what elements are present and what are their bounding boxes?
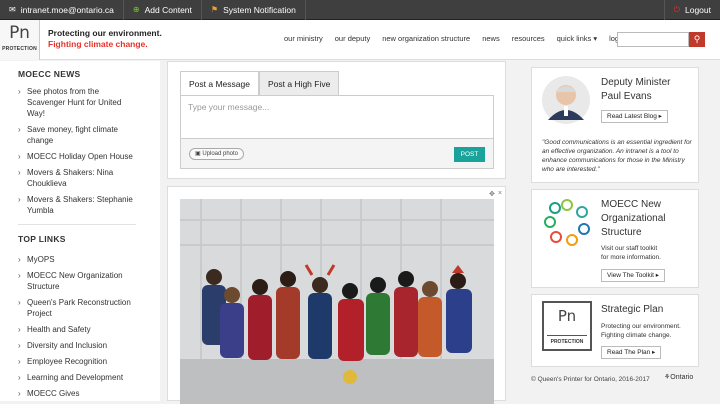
top-links-list: MyOPS MOECC New Organization Structure Q… (18, 254, 138, 404)
deputy-avatar (542, 76, 590, 124)
envelope-icon: ✉ (9, 5, 16, 14)
read-latest-blog-button[interactable]: Read Latest Blog ▸ (601, 110, 668, 123)
news-item[interactable]: MOECC Holiday Open House (18, 151, 138, 162)
main-nav: our ministry our deputy new organization… (278, 34, 638, 43)
org-structure-logo (544, 199, 590, 246)
feed-photo-card: ✥ × (167, 186, 506, 404)
nav-our-ministry[interactable]: our ministry (278, 34, 329, 43)
plan-text-line1: Protecting our environment. (601, 323, 681, 330)
org-title-line2: Organizational (601, 213, 666, 224)
plan-logo-pn: Pn (557, 307, 577, 325)
news-item[interactable]: Movers & Shakers: Stephanie Yumbla (18, 194, 138, 216)
post-button[interactable]: POST (454, 147, 485, 162)
nav-news[interactable]: news (476, 34, 506, 43)
tab-post-high-five[interactable]: Post a High Five (258, 71, 340, 95)
post-tabs: Post a Message Post a High Five (180, 71, 340, 95)
close-icon[interactable]: × (498, 190, 502, 197)
read-plan-button[interactable]: Read The Plan ▸ (601, 346, 662, 359)
link-item[interactable]: MOECC Gives (18, 388, 138, 399)
logout-button[interactable]: ⏻ Logout (663, 0, 720, 20)
site-header: Pn PROTECTION Protecting our environment.… (0, 20, 720, 60)
tagline-line1: Protecting our environment. (48, 28, 162, 38)
news-item[interactable]: See photos from the Scavenger Hunt for U… (18, 86, 138, 119)
flag-icon: ⚑ (210, 5, 219, 14)
message-input[interactable]: Type your message... (180, 95, 494, 139)
tagline-line2: Fighting climate change. (48, 39, 148, 49)
feed-photo[interactable] (180, 199, 494, 404)
link-item[interactable]: Queen's Park Reconstruction Project (18, 297, 138, 319)
left-sidebar: MOECC NEWS See photos from the Scavenger… (0, 61, 160, 401)
search-input[interactable] (617, 32, 689, 47)
link-item[interactable]: Learning and Development (18, 372, 138, 383)
news-item[interactable]: Movers & Shakers: Nina Chouklieva (18, 167, 138, 189)
nav-new-organization-structure[interactable]: new organization structure (376, 34, 476, 43)
news-list: See photos from the Scavenger Hunt for U… (18, 86, 138, 221)
tab-post-message[interactable]: Post a Message (180, 71, 259, 95)
nav-quick-links[interactable]: quick links ▾ (551, 34, 603, 43)
plan-logo-protection: PROTECTION (547, 335, 587, 345)
deputy-minister-card: Deputy Minister Paul Evans Read Latest B… (531, 67, 699, 183)
top-links-heading: TOP LINKS (18, 234, 66, 244)
org-text-line2: for more information. (601, 254, 661, 261)
user-email: intranet.moe@ontario.ca (20, 4, 114, 15)
upload-photo-label: Upload photo (202, 151, 239, 157)
system-notification-label: System Notification (223, 4, 296, 15)
plan-title: Strategic Plan (601, 304, 664, 315)
news-heading: MOECC NEWS (18, 69, 81, 79)
deputy-title-line1: Deputy Minister (601, 77, 671, 88)
link-item[interactable]: MOECC New Organization Structure (18, 270, 138, 292)
footer-copyright: © Queen's Printer for Ontario, 2016-2017 (531, 376, 650, 383)
tagline: Protecting our environment. Fighting clim… (48, 28, 162, 50)
divider (18, 224, 136, 225)
pn-logo[interactable]: Pn PROTECTION (0, 20, 40, 60)
add-content-label: Add Content (144, 4, 192, 15)
link-item[interactable]: Employee Recognition (18, 356, 138, 367)
org-text-line1: Visit our staff toolkit (601, 245, 658, 252)
link-item[interactable]: Diversity and Inclusion (18, 340, 138, 351)
ontario-label: Ontario (670, 374, 694, 381)
logout-label: Logout (685, 4, 711, 15)
plus-icon: ⊕ (132, 5, 140, 14)
power-icon: ⏻ (673, 4, 680, 14)
news-item[interactable]: Save money, fight climate change (18, 124, 138, 146)
add-content-button[interactable]: ⊕ Add Content (124, 0, 202, 20)
view-toolkit-button[interactable]: View The Toolkit ▸ (601, 269, 666, 282)
system-notification-button[interactable]: ⚑ System Notification (202, 0, 306, 20)
upload-photo-button[interactable]: ▣ Upload photo (189, 148, 244, 160)
link-item[interactable]: Health and Safety (18, 324, 138, 335)
strategic-plan-logo: Pn PROTECTION (542, 301, 592, 351)
plan-text-line2: Fighting climate change. (601, 332, 672, 339)
org-title-line1: MOECC New (601, 199, 662, 210)
search-button[interactable]: ⚲ (689, 32, 705, 47)
pin-icon[interactable]: ✥ (489, 190, 495, 198)
search-icon: ⚲ (693, 34, 701, 44)
link-item[interactable]: MyOPS (18, 254, 138, 265)
org-structure-card: MOECC New Organizational Structure Visit… (531, 189, 699, 288)
logo-pn: Pn (9, 23, 30, 43)
post-toolbar: ▣ Upload photo POST (180, 139, 494, 169)
group-photo-illustration (180, 199, 494, 404)
logo-protection: PROTECTION (2, 46, 37, 52)
strategic-plan-card: Pn PROTECTION Strategic Plan Protecting … (531, 294, 699, 367)
deputy-title-line2: Paul Evans (601, 91, 652, 102)
deputy-quote: "Good communications is an essential ing… (542, 139, 692, 173)
top-bar: ✉ intranet.moe@ontario.ca ⊕ Add Content ⚑ S… (0, 0, 720, 20)
org-title-line3: Structure (601, 227, 642, 238)
nav-our-deputy[interactable]: our deputy (329, 34, 376, 43)
user-account-link[interactable]: ✉ intranet.moe@ontario.ca (0, 0, 124, 20)
nav-resources[interactable]: resources (506, 34, 551, 43)
post-panel: Post a Message Post a High Five Type you… (167, 61, 506, 179)
ontario-logo[interactable]: ⚘Ontario (664, 373, 693, 381)
